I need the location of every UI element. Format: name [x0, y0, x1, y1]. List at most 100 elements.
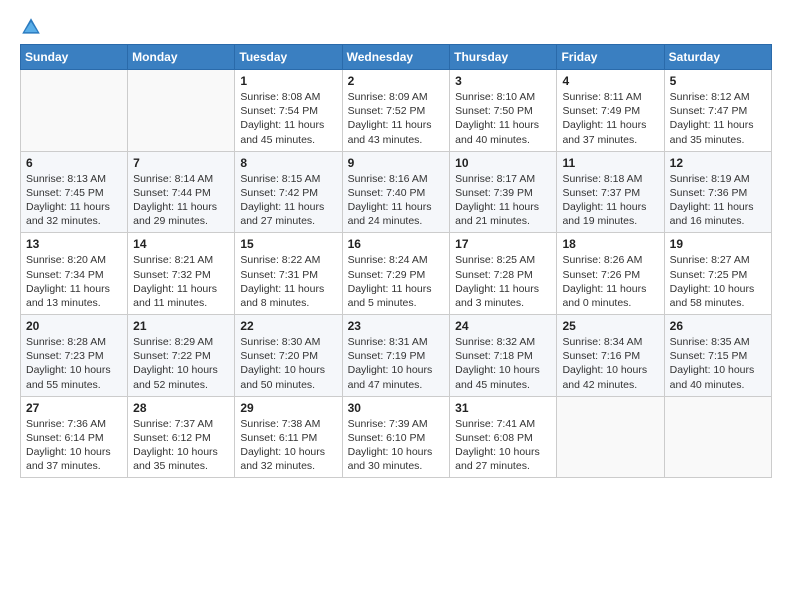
day-info: Sunrise: 7:41 AM Sunset: 6:08 PM Dayligh… — [455, 417, 551, 474]
calendar-cell: 23 Sunrise: 8:31 AM Sunset: 7:19 PM Dayli… — [342, 315, 450, 397]
day-number: 23 — [348, 319, 445, 333]
calendar-cell — [664, 396, 771, 478]
day-info: Sunrise: 8:35 AM Sunset: 7:15 PM Dayligh… — [670, 335, 766, 392]
calendar-cell: 17Sunrise: 8:25 AM Sunset: 7:28 PM Dayli… — [450, 233, 557, 315]
calendar-cell: 3 Sunrise: 8:10 AM Sunset: 7:50 PM Daylig… — [450, 70, 557, 152]
day-info: Sunrise: 8:27 AM Sunset: 7:25 PM Dayligh… — [670, 253, 766, 310]
day-of-week-header: Sunday — [21, 45, 128, 70]
day-of-week-header: Monday — [128, 45, 235, 70]
day-info: Sunrise: 8:18 AM Sunset: 7:37 PM Dayligh… — [562, 172, 658, 229]
day-info: Sunrise: 8:31 AM Sunset: 7:19 PM Dayligh… — [348, 335, 445, 392]
day-info: Sunrise: 8:16 AM Sunset: 7:40 PM Dayligh… — [348, 172, 445, 229]
day-info: Sunrise: 8:10 AM Sunset: 7:50 PM Dayligh… — [455, 90, 551, 147]
calendar-week-row: 6Sunrise: 8:13 AM Sunset: 7:45 PM Daylig… — [21, 151, 772, 233]
day-number: 11 — [562, 156, 658, 170]
calendar-cell: 9 Sunrise: 8:16 AM Sunset: 7:40 PM Daylig… — [342, 151, 450, 233]
calendar-cell: 31 Sunrise: 7:41 AM Sunset: 6:08 PM Dayli… — [450, 396, 557, 478]
day-number: 4 — [562, 74, 658, 88]
calendar-week-row: 13 Sunrise: 8:20 AM Sunset: 7:34 PM Dayli… — [21, 233, 772, 315]
day-info: Sunrise: 8:21 AM Sunset: 7:32 PM Dayligh… — [133, 253, 229, 310]
day-info: Sunrise: 8:22 AM Sunset: 7:31 PM Dayligh… — [240, 253, 336, 310]
calendar-cell: 28 Sunrise: 7:37 AM Sunset: 6:12 PM Dayli… — [128, 396, 235, 478]
calendar-cell: 30Sunrise: 7:39 AM Sunset: 6:10 PM Dayli… — [342, 396, 450, 478]
day-number: 1 — [240, 74, 336, 88]
day-info: Sunrise: 8:26 AM Sunset: 7:26 PM Dayligh… — [562, 253, 658, 310]
calendar-week-row: 1 Sunrise: 8:08 AM Sunset: 7:54 PM Daylig… — [21, 70, 772, 152]
day-number: 12 — [670, 156, 766, 170]
day-number: 19 — [670, 237, 766, 251]
day-info: Sunrise: 8:34 AM Sunset: 7:16 PM Dayligh… — [562, 335, 658, 392]
calendar-cell: 29Sunrise: 7:38 AM Sunset: 6:11 PM Dayli… — [235, 396, 342, 478]
day-number: 24 — [455, 319, 551, 333]
calendar-cell: 24 Sunrise: 8:32 AM Sunset: 7:18 PM Dayli… — [450, 315, 557, 397]
day-of-week-header: Saturday — [664, 45, 771, 70]
day-info: Sunrise: 8:15 AM Sunset: 7:42 PM Dayligh… — [240, 172, 336, 229]
calendar-cell — [557, 396, 664, 478]
day-number: 27 — [26, 401, 122, 415]
day-number: 25 — [562, 319, 658, 333]
day-info: Sunrise: 8:30 AM Sunset: 7:20 PM Dayligh… — [240, 335, 336, 392]
day-info: Sunrise: 7:39 AM Sunset: 6:10 PM Dayligh… — [348, 417, 445, 474]
day-number: 2 — [348, 74, 445, 88]
day-number: 5 — [670, 74, 766, 88]
calendar-cell — [21, 70, 128, 152]
calendar-cell: 6Sunrise: 8:13 AM Sunset: 7:45 PM Daylig… — [21, 151, 128, 233]
day-info: Sunrise: 7:36 AM Sunset: 6:14 PM Dayligh… — [26, 417, 122, 474]
calendar-cell: 12 Sunrise: 8:19 AM Sunset: 7:36 PM Dayli… — [664, 151, 771, 233]
calendar-cell: 1 Sunrise: 8:08 AM Sunset: 7:54 PM Daylig… — [235, 70, 342, 152]
day-info: Sunrise: 8:17 AM Sunset: 7:39 PM Dayligh… — [455, 172, 551, 229]
page-header — [20, 16, 772, 38]
calendar-cell: 20 Sunrise: 8:28 AM Sunset: 7:23 PM Dayli… — [21, 315, 128, 397]
day-info: Sunrise: 8:32 AM Sunset: 7:18 PM Dayligh… — [455, 335, 551, 392]
day-number: 7 — [133, 156, 229, 170]
calendar-cell: 21Sunrise: 8:29 AM Sunset: 7:22 PM Dayli… — [128, 315, 235, 397]
day-number: 17 — [455, 237, 551, 251]
calendar-cell — [128, 70, 235, 152]
calendar-table: SundayMondayTuesdayWednesdayThursdayFrid… — [20, 44, 772, 478]
day-info: Sunrise: 8:11 AM Sunset: 7:49 PM Dayligh… — [562, 90, 658, 147]
day-number: 16 — [348, 237, 445, 251]
calendar-cell: 15 Sunrise: 8:22 AM Sunset: 7:31 PM Dayli… — [235, 233, 342, 315]
calendar-cell: 8 Sunrise: 8:15 AM Sunset: 7:42 PM Daylig… — [235, 151, 342, 233]
calendar-cell: 19 Sunrise: 8:27 AM Sunset: 7:25 PM Dayli… — [664, 233, 771, 315]
calendar-header-row: SundayMondayTuesdayWednesdayThursdayFrid… — [21, 45, 772, 70]
calendar-cell: 27 Sunrise: 7:36 AM Sunset: 6:14 PM Dayli… — [21, 396, 128, 478]
calendar-cell: 10 Sunrise: 8:17 AM Sunset: 7:39 PM Dayli… — [450, 151, 557, 233]
day-info: Sunrise: 8:29 AM Sunset: 7:22 PM Dayligh… — [133, 335, 229, 392]
day-number: 29 — [240, 401, 336, 415]
day-info: Sunrise: 8:08 AM Sunset: 7:54 PM Dayligh… — [240, 90, 336, 147]
day-number: 6 — [26, 156, 122, 170]
day-number: 9 — [348, 156, 445, 170]
day-info: Sunrise: 8:20 AM Sunset: 7:34 PM Dayligh… — [26, 253, 122, 310]
calendar-cell: 14 Sunrise: 8:21 AM Sunset: 7:32 PM Dayli… — [128, 233, 235, 315]
calendar-cell: 2Sunrise: 8:09 AM Sunset: 7:52 PM Daylig… — [342, 70, 450, 152]
day-info: Sunrise: 8:28 AM Sunset: 7:23 PM Dayligh… — [26, 335, 122, 392]
day-number: 31 — [455, 401, 551, 415]
calendar-week-row: 27 Sunrise: 7:36 AM Sunset: 6:14 PM Dayli… — [21, 396, 772, 478]
calendar-cell: 4 Sunrise: 8:11 AM Sunset: 7:49 PM Daylig… — [557, 70, 664, 152]
calendar-cell: 16Sunrise: 8:24 AM Sunset: 7:29 PM Dayli… — [342, 233, 450, 315]
day-number: 3 — [455, 74, 551, 88]
logo-icon — [20, 16, 42, 38]
day-number: 13 — [26, 237, 122, 251]
day-of-week-header: Friday — [557, 45, 664, 70]
day-number: 15 — [240, 237, 336, 251]
day-number: 20 — [26, 319, 122, 333]
calendar-cell: 26 Sunrise: 8:35 AM Sunset: 7:15 PM Dayli… — [664, 315, 771, 397]
day-info: Sunrise: 8:14 AM Sunset: 7:44 PM Dayligh… — [133, 172, 229, 229]
day-number: 18 — [562, 237, 658, 251]
calendar-cell: 13 Sunrise: 8:20 AM Sunset: 7:34 PM Dayli… — [21, 233, 128, 315]
calendar-cell: 7 Sunrise: 8:14 AM Sunset: 7:44 PM Daylig… — [128, 151, 235, 233]
day-number: 8 — [240, 156, 336, 170]
calendar-cell: 22 Sunrise: 8:30 AM Sunset: 7:20 PM Dayli… — [235, 315, 342, 397]
calendar-cell: 25 Sunrise: 8:34 AM Sunset: 7:16 PM Dayli… — [557, 315, 664, 397]
day-number: 14 — [133, 237, 229, 251]
day-number: 28 — [133, 401, 229, 415]
day-number: 26 — [670, 319, 766, 333]
calendar-cell: 11 Sunrise: 8:18 AM Sunset: 7:37 PM Dayli… — [557, 151, 664, 233]
day-number: 22 — [240, 319, 336, 333]
day-number: 10 — [455, 156, 551, 170]
day-info: Sunrise: 7:37 AM Sunset: 6:12 PM Dayligh… — [133, 417, 229, 474]
day-of-week-header: Thursday — [450, 45, 557, 70]
day-info: Sunrise: 8:19 AM Sunset: 7:36 PM Dayligh… — [670, 172, 766, 229]
